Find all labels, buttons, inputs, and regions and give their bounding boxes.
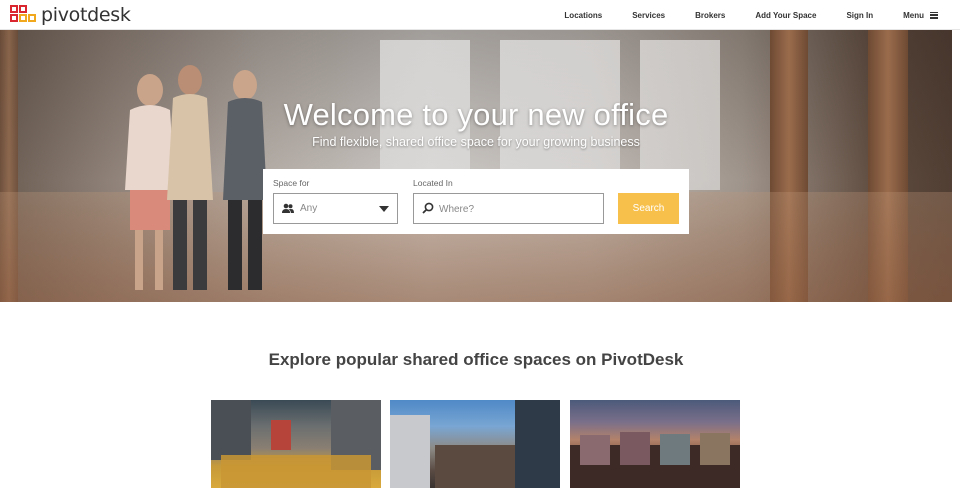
hero-title: Welcome to your new office — [283, 97, 669, 132]
space-for-select[interactable]: Any — [273, 193, 398, 224]
search-panel: Space for Any Located In Search — [263, 169, 689, 234]
hero-subtitle: Find flexible, shared office space for y… — [312, 135, 640, 149]
located-in-input[interactable] — [439, 200, 597, 218]
search-icon — [422, 202, 434, 214]
pivotdesk-logo-icon — [10, 5, 36, 22]
city-card[interactable] — [211, 400, 381, 488]
nav-brokers[interactable]: Brokers — [695, 11, 725, 20]
city-card[interactable] — [570, 400, 740, 488]
hamburger-icon — [930, 11, 938, 19]
nav-sign-in[interactable]: Sign In — [846, 11, 873, 20]
nav-services[interactable]: Services — [632, 11, 665, 20]
hero-banner: Welcome to your new office Find flexible… — [0, 30, 952, 302]
caret-down-icon — [379, 206, 389, 212]
nav-add-your-space[interactable]: Add Your Space — [755, 11, 816, 20]
logo-text: pivotdesk — [41, 4, 131, 26]
search-button[interactable]: Search — [618, 193, 679, 224]
site-header: pivotdesk Locations Services Brokers Add… — [0, 0, 960, 30]
located-in-field[interactable] — [413, 193, 604, 224]
city-card[interactable] — [390, 400, 560, 488]
nav-locations[interactable]: Locations — [564, 11, 602, 20]
space-for-value: Any — [300, 203, 318, 214]
users-icon — [282, 203, 294, 213]
explore-heading: Explore popular shared office spaces on … — [268, 350, 684, 369]
menu-label: Menu — [903, 10, 924, 20]
main-nav: Locations Services Brokers Add Your Spac… — [564, 0, 938, 30]
logo[interactable]: pivotdesk — [10, 4, 131, 26]
menu-button[interactable]: Menu — [903, 11, 938, 20]
located-in-label: Located In — [413, 178, 453, 188]
space-for-label: Space for — [273, 178, 310, 188]
